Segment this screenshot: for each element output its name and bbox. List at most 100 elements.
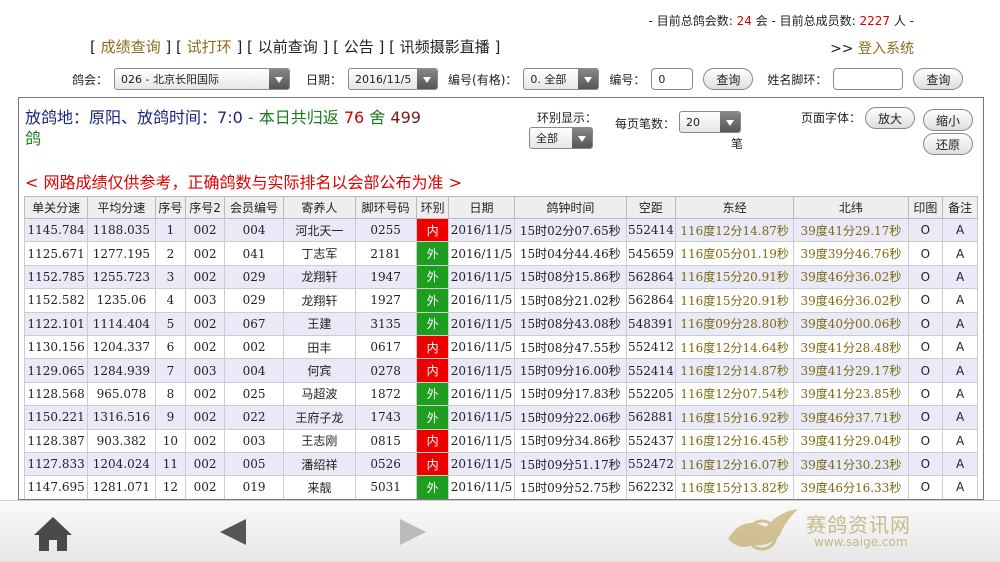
table-cell: 1 [154,217,187,243]
results-panel: 放鸽地：原阳、放鸽时间：7:0 - 本日共归返 76 舍 499 鸽 环别显示： … [18,97,984,500]
table-cell: 562232 [625,475,676,499]
table-cell[interactable]: O [907,217,944,243]
table-row[interactable]: 1128.387 903.382 10 002 003 王志刚 0815 内 2016/11/5… [23,428,978,453]
table-row[interactable]: 1122.101 1114.404 5 002 067 王建 3135 外 2016/11/5 1… [23,311,978,336]
stats-mid: 会 - 目前总成员数: [751,14,860,28]
table-cell: 5031 [354,475,417,499]
table-row[interactable]: 1127.833 1204.024 11 002 005 潘绍祥 0526 内 2016/11/… [23,451,978,477]
table-cell: 116度12分14.87秒 [674,217,795,243]
table-cell: 2016/11/5 [448,405,515,430]
per-page-select[interactable]: 20 [679,111,741,133]
table-cell: 965.078 [87,381,156,407]
table-row[interactable]: 1130.156 1204.337 6 002 002 田丰 0617 内 2016/11/5 1… [23,334,978,360]
release-place: 原阳 [89,108,122,127]
chevron-down-icon [578,69,599,89]
home-icon[interactable] [32,515,74,553]
table-cell: 10 [154,428,187,453]
table-row[interactable]: 1128.568 965.078 8 002 025 马超波 1872 外 2016/11/5 1… [23,381,978,407]
column-header: 东经 [674,196,795,219]
table-cell[interactable]: O [907,334,944,360]
table-row[interactable]: 1150.221 1316.516 9 002 022 王府子龙 1743 外 2016/11/… [23,405,978,430]
name-ring-label: 姓名脚环： [767,72,828,87]
table-cell: 1128.568 [23,381,89,407]
code-select[interactable]: 0. 全部 [523,68,600,90]
table-row[interactable]: 1125.671 1277.195 2 002 041 丁志军 2181 外 2016/11/5… [23,241,978,266]
table-cell: 552472 [625,451,676,477]
date-label: 日期： [306,72,343,87]
table-cell: 39度46分36.02秒 [793,288,909,313]
table-cell: 002 [185,381,225,407]
table-cell: 2181 [354,241,417,266]
column-header: 北纬 [793,196,909,219]
table-cell: 116度09分28.80秒 [674,311,795,336]
stats-suffix: 人 - [890,14,914,28]
table-cell: 116度15分16.92秒 [674,405,795,430]
column-header: 平均分速 [87,196,156,219]
reset-font-button[interactable]: 还原 [923,133,973,155]
table-cell[interactable]: O [907,264,944,290]
nav-announcement[interactable]: 公告 [344,38,374,56]
table-cell[interactable]: O [907,311,944,336]
name-ring-input[interactable] [833,68,904,90]
zoom-in-button[interactable]: 放大 [865,107,915,129]
table-cell: 004 [223,358,285,383]
table-cell: 0526 [354,451,417,477]
ring-display-value: 全部 [536,132,558,145]
name-query-button[interactable]: 查询 [913,68,964,90]
table-cell[interactable]: O [907,241,944,266]
table-row[interactable]: 1152.785 1255.723 3 002 029 龙翔轩 1947 外 2016/11/5… [23,264,978,290]
table-cell[interactable]: O [907,405,944,430]
table-cell[interactable]: O [907,381,944,407]
table-cell: 1150.221 [23,405,89,430]
table-cell: 2016/11/5 [448,241,515,266]
table-cell: 6 [154,334,187,360]
table-cell: 067 [223,311,285,336]
nav-video-live[interactable]: 讯频摄影直播 [400,38,490,56]
table-cell: 39度46分16.33秒 [793,475,909,499]
table-cell: 1130.156 [23,334,89,360]
table-row[interactable]: 1145.784 1188.035 1 002 004 河北天一 0255 内 2016/11/… [23,217,978,243]
nav-previous-query[interactable]: 以前查询 [258,38,318,56]
table-row[interactable]: 1147.695 1281.071 12 002 019 来靓 5031 外 2016/11/5… [23,475,978,499]
table-cell: A [942,428,978,453]
table-cell: 1872 [354,381,417,407]
forward-arrow-icon[interactable] [396,515,430,549]
table-cell: 1125.671 [23,241,89,266]
table-cell[interactable]: O [907,358,944,383]
number-input[interactable]: 0 [651,68,694,90]
table-cell[interactable]: O [907,288,944,313]
table-cell: A [942,381,978,407]
table-row[interactable]: 1129.065 1284.939 7 003 004 何宾 0278 内 2016/11/5 1… [23,358,978,383]
table-cell[interactable]: O [907,428,944,453]
club-select-value: 026 - 北京长阳国际 [121,73,219,86]
per-page-unit: 笔 [731,137,744,151]
back-arrow-icon[interactable] [216,515,250,549]
table-cell: 002 [185,241,225,266]
table-cell: 15时09分22.06秒 [513,405,627,430]
login-link[interactable]: 登入系统 [858,41,914,57]
date-select[interactable]: 2016/11/5 [348,68,439,90]
member-count: 2227 [859,14,891,28]
club-label: 鸽会： [72,72,109,87]
table-cell: 1129.065 [23,358,89,383]
ring-display-select[interactable]: 全部 [529,127,593,149]
zoom-out-button[interactable]: 缩小 [923,109,973,131]
nav-trial-ring[interactable]: 试打环 [187,38,232,56]
bottom-toolbar: 赛鸽资讯网 www.saige.com [0,500,1000,562]
table-cell[interactable]: O [907,475,944,499]
per-page-label: 每页笔数： [615,117,676,131]
table-cell: 2016/11/5 [448,475,515,499]
table-row[interactable]: 1152.582 1235.06 4 003 029 龙翔轩 1927 外 2016/11/5 1… [23,288,978,313]
table-cell[interactable]: O [907,451,944,477]
table-cell: 39度41分28.48秒 [793,334,909,360]
club-select[interactable]: 026 - 北京长阳国际 [114,68,291,90]
query-button[interactable]: 查询 [703,68,754,90]
table-cell: 0278 [354,358,417,383]
table-cell: 548391 [625,311,676,336]
table-cell: 1128.387 [23,428,89,453]
table-cell: 0255 [354,217,417,243]
nav-results-query[interactable]: 成绩查询 [101,38,161,56]
release-time: 7:0 [217,108,243,127]
table-cell: 562864 [625,288,676,313]
table-cell: 4 [154,288,187,313]
